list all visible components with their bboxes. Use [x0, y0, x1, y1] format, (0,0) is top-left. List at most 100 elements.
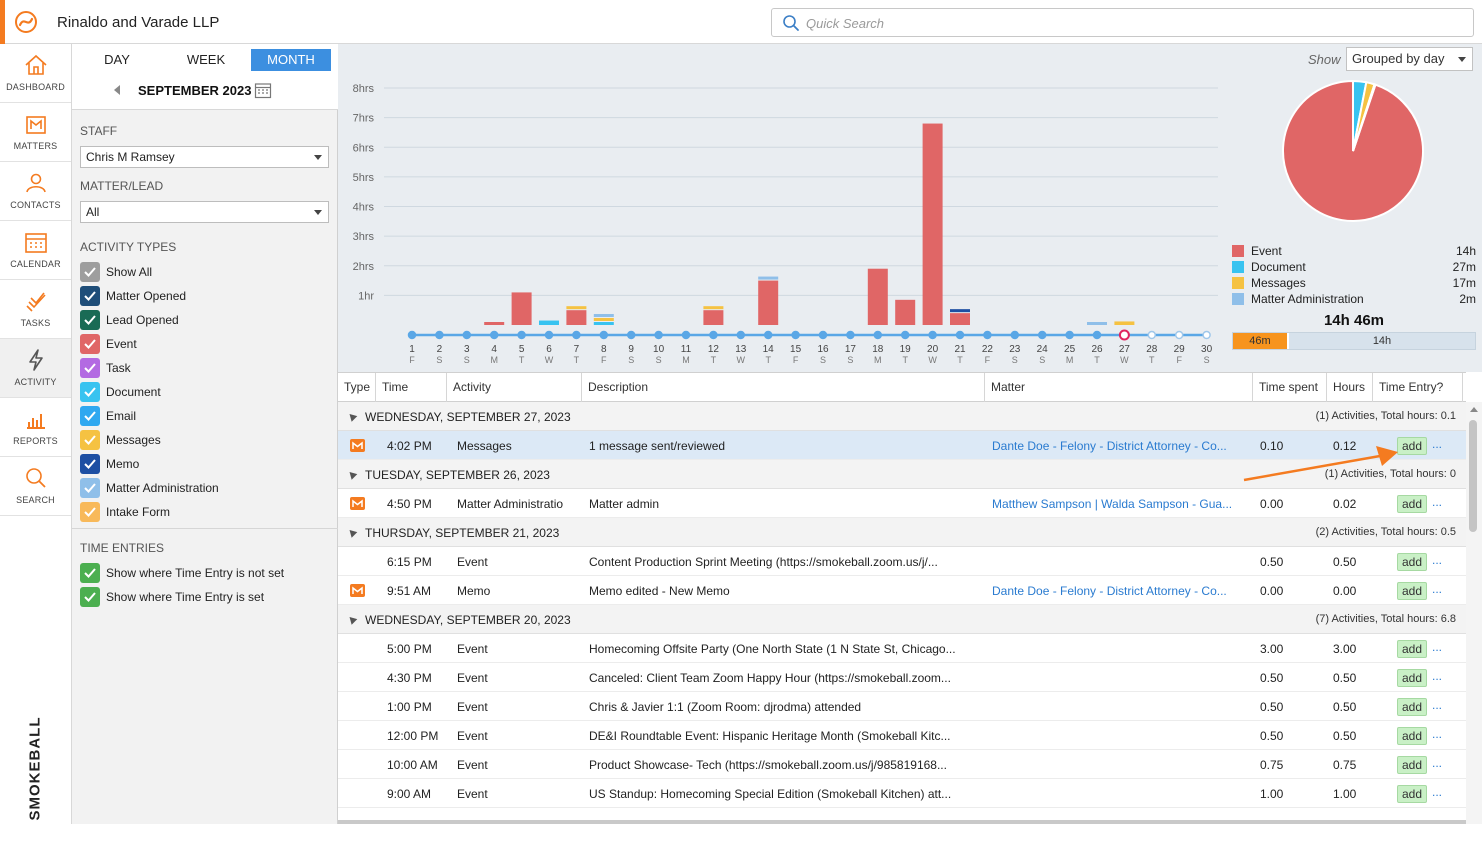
- matter-lead-select[interactable]: All: [80, 201, 329, 223]
- add-time-entry-button[interactable]: add: [1397, 727, 1427, 745]
- table-row[interactable]: 4:50 PM Matter Administratio Matter admin M…: [338, 489, 1466, 518]
- horizontal-scrollbar[interactable]: [338, 820, 1466, 824]
- collapse-triangle-icon[interactable]: [346, 411, 358, 422]
- checkbox-box[interactable]: [80, 382, 100, 402]
- checkbox-document[interactable]: Document: [80, 381, 330, 402]
- day-marker[interactable]: [1010, 330, 1020, 340]
- day-marker[interactable]: [983, 330, 992, 340]
- add-time-entry-button[interactable]: add: [1397, 553, 1427, 571]
- day-marker[interactable]: [544, 330, 554, 340]
- day-marker[interactable]: [654, 330, 663, 340]
- checkbox-box[interactable]: [80, 310, 100, 330]
- cell-matter[interactable]: Matthew Sampson | Walda Sampson - Gua...: [992, 497, 1247, 511]
- more-options-button[interactable]: ...: [1432, 582, 1442, 596]
- more-options-button[interactable]: ...: [1432, 553, 1442, 567]
- day-marker[interactable]: [1202, 330, 1211, 340]
- day-marker[interactable]: [873, 330, 883, 340]
- table-row[interactable]: 4:30 PM Event Canceled: Client Team Zoom H…: [338, 663, 1466, 692]
- col-description[interactable]: Description: [582, 373, 985, 402]
- day-marker[interactable]: [435, 330, 444, 340]
- checkbox-event[interactable]: Event: [80, 333, 330, 354]
- more-options-button[interactable]: ...: [1432, 669, 1442, 683]
- day-marker[interactable]: [900, 330, 910, 340]
- add-time-entry-button[interactable]: add: [1397, 640, 1427, 658]
- collapse-triangle-icon[interactable]: [346, 469, 358, 480]
- checkbox-intake-form[interactable]: Intake Form: [80, 501, 330, 522]
- nav-dashboard[interactable]: DASHBOARD: [0, 44, 71, 103]
- col-time[interactable]: Time: [376, 373, 447, 402]
- more-options-button[interactable]: ...: [1432, 437, 1442, 451]
- more-options-button[interactable]: ...: [1432, 495, 1442, 509]
- calendar-picker-icon[interactable]: [254, 81, 272, 99]
- bar-matter-administration-8[interactable]: [593, 314, 614, 317]
- col-matter[interactable]: Matter: [985, 373, 1253, 402]
- more-options-button[interactable]: ...: [1432, 698, 1442, 712]
- scrollbar-thumb[interactable]: [1469, 420, 1477, 532]
- bar-messages-7[interactable]: [566, 306, 587, 310]
- collapse-triangle-icon[interactable]: [346, 527, 358, 538]
- day-group-header[interactable]: WEDNESDAY, SEPTEMBER 20, 2023 (7) Activit…: [338, 605, 1466, 634]
- table-row[interactable]: 9:51 AM Memo Memo edited - New Memo Dante D…: [338, 576, 1466, 605]
- bar-document-8[interactable]: [593, 322, 614, 325]
- col-type[interactable]: Type: [338, 373, 376, 402]
- day-marker[interactable]: [407, 330, 417, 340]
- cell-matter[interactable]: Dante Doe - Felony - District Attorney -…: [992, 584, 1247, 598]
- checkbox-lead-opened[interactable]: Lead Opened: [80, 309, 330, 330]
- bar-event-4[interactable]: [484, 322, 505, 325]
- checkbox-email[interactable]: Email: [80, 405, 330, 426]
- nav-tasks[interactable]: TASKS: [0, 280, 71, 339]
- day-marker[interactable]: [517, 330, 526, 340]
- checkbox-show-where-time-entry-is-set[interactable]: Show where Time Entry is set: [80, 586, 330, 607]
- checkbox-show-all[interactable]: Show All: [80, 261, 330, 282]
- nav-activity[interactable]: ACTIVITY: [0, 339, 71, 398]
- day-marker[interactable]: [1174, 330, 1184, 340]
- add-time-entry-button[interactable]: add: [1397, 582, 1427, 600]
- bar-event-21[interactable]: [950, 313, 970, 325]
- checkbox-box[interactable]: [80, 430, 100, 450]
- table-row[interactable]: 1:00 PM Event Chris & Javier 1:1 (Zoom Roo…: [338, 692, 1466, 721]
- checkbox-matter-administration[interactable]: Matter Administration: [80, 477, 330, 498]
- bar-matter-administration-14[interactable]: [758, 276, 779, 280]
- cell-matter[interactable]: Dante Doe - Felony - District Attorney -…: [992, 439, 1247, 453]
- checkbox-box[interactable]: [80, 334, 100, 354]
- tab-week[interactable]: WEEK: [176, 49, 236, 71]
- checkbox-box[interactable]: [80, 406, 100, 426]
- add-time-entry-button[interactable]: add: [1397, 756, 1427, 774]
- more-options-button[interactable]: ...: [1432, 785, 1442, 799]
- tab-month[interactable]: MONTH: [251, 49, 331, 71]
- day-marker[interactable]: [572, 330, 581, 340]
- col-hours[interactable]: Hours: [1327, 373, 1373, 402]
- day-marker[interactable]: [1147, 330, 1157, 340]
- bar-event-19[interactable]: [895, 299, 916, 325]
- nav-search[interactable]: SEARCH: [0, 457, 71, 516]
- add-time-entry-button[interactable]: add: [1397, 698, 1427, 716]
- today-marker[interactable]: [1118, 329, 1130, 341]
- quick-search[interactable]: [771, 8, 1474, 37]
- checkbox-box[interactable]: [80, 286, 100, 306]
- checkbox-box[interactable]: [80, 358, 100, 378]
- checkbox-box[interactable]: [80, 262, 100, 282]
- smokeball-logo-icon[interactable]: [14, 10, 38, 34]
- bar-memo-21[interactable]: [950, 309, 970, 313]
- col-time-entry[interactable]: Time Entry?: [1373, 373, 1463, 402]
- day-marker[interactable]: [846, 330, 855, 340]
- day-marker[interactable]: [626, 330, 636, 340]
- day-marker[interactable]: [681, 330, 691, 340]
- day-marker[interactable]: [709, 330, 718, 340]
- more-options-button[interactable]: ...: [1432, 640, 1442, 654]
- checkbox-box[interactable]: [80, 478, 100, 498]
- add-time-entry-button[interactable]: add: [1397, 669, 1427, 687]
- day-marker[interactable]: [736, 330, 746, 340]
- day-group-header[interactable]: THURSDAY, SEPTEMBER 21, 2023 (2) Activiti…: [338, 518, 1466, 547]
- day-marker[interactable]: [818, 330, 828, 340]
- table-row[interactable]: 5:00 PM Event Homecoming Offsite Party (On…: [338, 634, 1466, 663]
- checkbox-memo[interactable]: Memo: [80, 453, 330, 474]
- nav-matters[interactable]: MATTERS: [0, 103, 71, 162]
- day-marker[interactable]: [955, 330, 965, 340]
- checkbox-task[interactable]: Task: [80, 357, 330, 378]
- day-marker[interactable]: [1037, 330, 1047, 340]
- checkbox-box[interactable]: [80, 502, 100, 522]
- bar-event-18[interactable]: [867, 268, 888, 325]
- bar-matter-administration-26[interactable]: [1087, 322, 1107, 325]
- bar-messages-27[interactable]: [1114, 321, 1135, 325]
